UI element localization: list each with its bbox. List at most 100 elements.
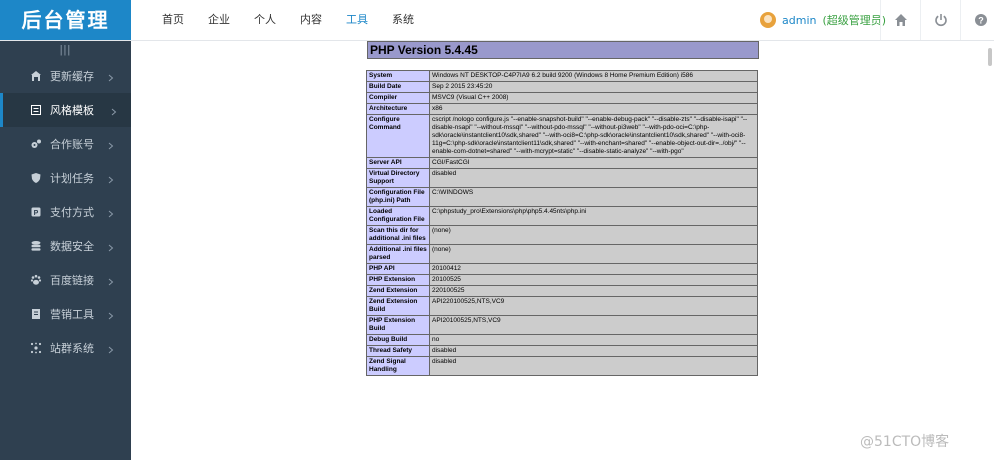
table-row: Loaded Configuration File C:\phpstudy_pro… [366,206,758,226]
row-key: Additional .ini files parsed [366,244,430,264]
chevron-right-icon [108,72,114,85]
php-version-title: PHP Version 5.4.45 [367,41,759,59]
sidebar-item-style-template[interactable]: 风格模板 [0,93,131,127]
home-button[interactable] [880,0,921,40]
row-key: Zend Extension Build [366,296,430,316]
house-icon [30,70,42,82]
top-nav: 首页 企业 个人 内容 工具 系统 [150,0,426,40]
chevron-right-icon [108,174,114,187]
book-icon [30,308,42,320]
nav-item-home[interactable]: 首页 [150,0,196,40]
row-key: Build Date [366,81,430,93]
row-value: MSVC9 (Visual C++ 2008) [429,92,758,104]
table-row: Debug Build no [366,334,758,346]
help-icon: ? [975,14,987,26]
database-icon [30,240,42,252]
paw-icon [30,274,42,286]
sidebar-item-site-cluster[interactable]: 站群系统 [0,331,131,365]
table-row: PHP Extension Build API20100525,NTS,VC9 [366,315,758,335]
nav-item-personal[interactable]: 个人 [242,0,288,40]
sidebar-item-label: 营销工具 [50,308,94,321]
nav-item-enterprise[interactable]: 企业 [196,0,242,40]
sidebar-item-scheduled-tasks[interactable]: 计划任务 [0,161,131,195]
shield-icon [30,172,42,184]
help-button[interactable]: ? [960,0,994,40]
table-row: Zend Extension 220100525 [366,285,758,297]
main-content: PHP Version 5.4.45 System Windows NT DESK… [131,41,994,460]
sidebar-item-label: 数据安全 [50,240,94,253]
sidebar-item-update-cache[interactable]: 更新缓存 [0,59,131,93]
row-value: Windows NT DESKTOP-C4P7IA9 6.2 build 920… [429,70,758,82]
sidebar-item-label: 风格模板 [50,104,94,117]
nav-item-tools[interactable]: 工具 [334,0,380,40]
list-icon [30,104,42,116]
chevron-right-icon [108,208,114,221]
table-row: Additional .ini files parsed (none) [366,244,758,264]
row-value: 20100412 [429,263,758,275]
row-key: Configure Command [366,114,430,158]
chevron-right-icon [108,310,114,323]
table-row: Server API CGI/FastCGI [366,157,758,169]
sidebar-collapse-toggle[interactable]: ||| [0,41,131,59]
row-value: no [429,334,758,346]
avatar [760,12,776,28]
row-key: PHP Extension Build [366,315,430,335]
row-key: Loaded Configuration File [366,206,430,226]
sidebar-item-label: 计划任务 [50,172,94,185]
phpinfo-table: System Windows NT DESKTOP-C4P7IA9 6.2 bui… [366,70,758,376]
table-row: Thread Safety disabled [366,345,758,357]
gears-icon [30,138,42,150]
row-value: cscript /nologo configure.js "--enable-s… [429,114,758,158]
network-icon [30,342,42,354]
row-key: System [366,70,430,82]
user-name: admin [782,13,817,27]
row-value: Sep 2 2015 23:45:20 [429,81,758,93]
chevron-right-icon [111,106,117,119]
row-value: (none) [429,244,758,264]
table-row: Configuration File (php.ini) Path C:\WIND… [366,187,758,207]
row-key: Server API [366,157,430,169]
sidebar-item-label: 站群系统 [50,342,94,355]
row-value: 20100525 [429,274,758,286]
row-value: C:\WINDOWS [429,187,758,207]
sidebar-item-label: 百度链接 [50,274,94,287]
table-row: Configure Command cscript /nologo configu… [366,114,758,158]
pay-icon: P [30,206,42,218]
svg-text:?: ? [978,16,984,26]
row-key: Compiler [366,92,430,104]
home-icon [895,14,907,26]
chevron-right-icon [108,140,114,153]
table-row: Zend Signal Handling disabled [366,356,758,376]
svg-text:P: P [34,210,39,217]
sidebar-item-data-security[interactable]: 数据安全 [0,229,131,263]
row-value: disabled [429,356,758,376]
sidebar-item-baidu-links[interactable]: 百度链接 [0,263,131,297]
nav-item-system[interactable]: 系统 [380,0,426,40]
user-menu[interactable]: admin (超级管理员) [760,10,886,30]
row-value: API20100525,NTS,VC9 [429,315,758,335]
sidebar-item-marketing-tools[interactable]: 营销工具 [0,297,131,331]
sidebar-item-label: 合作账号 [50,138,94,151]
row-key: Zend Signal Handling [366,356,430,376]
sidebar-item-partner-accounts[interactable]: 合作账号 [0,127,131,161]
power-icon [935,14,947,27]
table-row: Compiler MSVC9 (Visual C++ 2008) [366,92,758,104]
app-logo[interactable]: 后台管理 [0,0,131,40]
nav-item-content[interactable]: 内容 [288,0,334,40]
row-value: 220100525 [429,285,758,297]
sidebar-item-payment-methods[interactable]: P 支付方式 [0,195,131,229]
row-value: C:\phpstudy_pro\Extensions\php\php5.4.45… [429,206,758,226]
user-role: (超级管理员) [822,14,887,27]
scrollbar[interactable] [988,48,992,66]
row-key: Configuration File (php.ini) Path [366,187,430,207]
power-button[interactable] [920,0,961,40]
table-row: Zend Extension Build API220100525,NTS,VC9 [366,296,758,316]
table-row: System Windows NT DESKTOP-C4P7IA9 6.2 bui… [366,70,758,82]
chevron-right-icon [108,276,114,289]
row-value: CGI/FastCGI [429,157,758,169]
row-key: Thread Safety [366,345,430,357]
row-key: Virtual Directory Support [366,168,430,188]
top-bar: 后台管理 首页 企业 个人 内容 工具 系统 admin (超级管理员) ? [0,0,994,41]
row-key: Architecture [366,103,430,115]
table-row: Build Date Sep 2 2015 23:45:20 [366,81,758,93]
